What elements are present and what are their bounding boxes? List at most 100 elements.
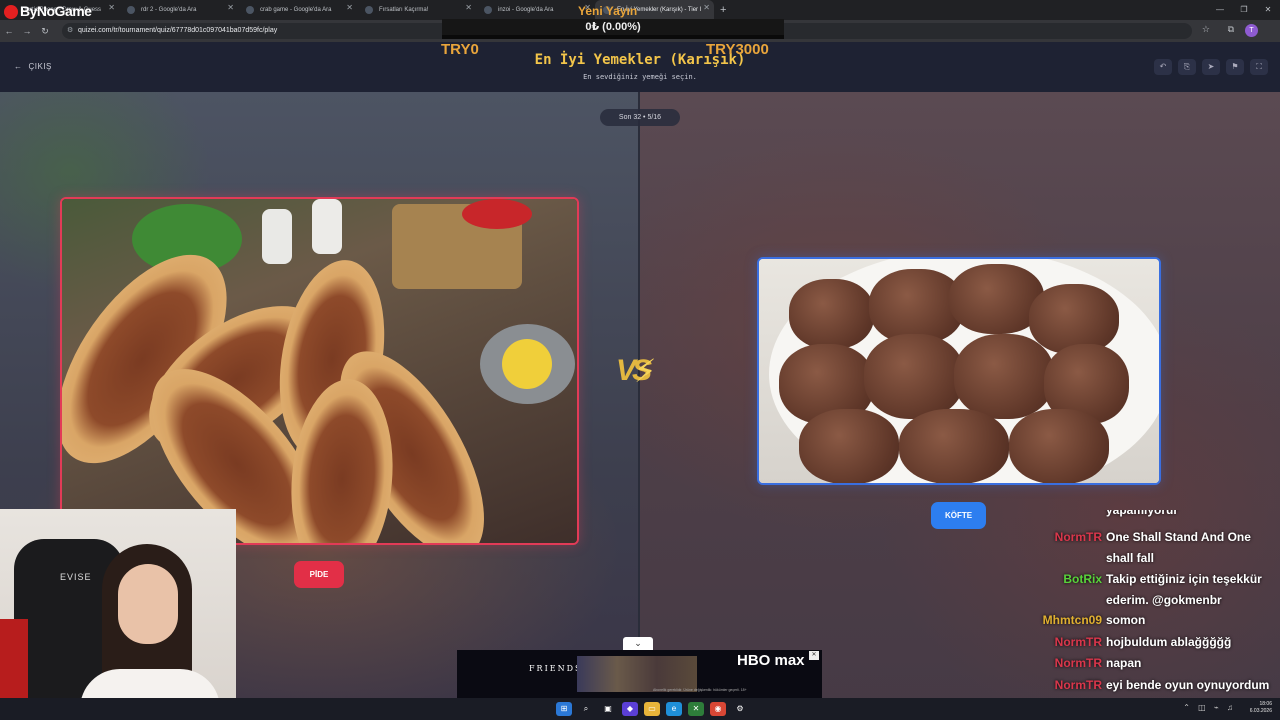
chat-user: NormTR xyxy=(1054,635,1102,649)
chat-message: Takip ettiğiniz için teşekkür ederim. @g… xyxy=(1106,572,1262,607)
lightning-icon: ⚡ xyxy=(634,353,657,389)
chat-line: NormTR hojbuldum ablağğğğğ xyxy=(1030,632,1280,653)
reload-icon[interactable]: ↻ xyxy=(36,26,54,37)
center-divider xyxy=(638,92,640,720)
chat-line: NormTR napan xyxy=(1030,653,1280,674)
tab-label: Fırsatları Kaçırma! xyxy=(379,7,429,13)
window-controls: — ❐ ✕ xyxy=(1208,0,1280,20)
header-actions: ↶ ⎘ ➤ ⚑ ⛶ xyxy=(1154,59,1268,75)
close-icon[interactable]: ✕ xyxy=(703,3,710,12)
new-tab-icon[interactable]: + xyxy=(720,4,726,16)
kofte-select-button[interactable]: KÖFTE xyxy=(931,502,986,529)
chat-user: Mhmtcn09 xyxy=(1042,613,1102,627)
close-icon[interactable]: ✕ xyxy=(108,3,115,12)
stream-logo: ByNoGame xyxy=(4,3,92,20)
tab-favicon-icon xyxy=(365,6,373,14)
chat-message: One Shall Stand And One shall fall xyxy=(1106,530,1251,565)
chat-user: NormTR xyxy=(1054,530,1102,544)
close-icon[interactable]: ✕ xyxy=(465,3,472,12)
ad-close-icon[interactable]: ✕ xyxy=(809,651,819,660)
clock-time: 18:06 xyxy=(1259,701,1272,707)
maximize-icon[interactable]: ❐ xyxy=(1232,0,1256,20)
chat-message: napan xyxy=(1106,656,1142,670)
donation-progress-text: 0₺ (0.00%) xyxy=(442,19,784,35)
ad-image xyxy=(577,656,697,692)
window-close-icon[interactable]: ✕ xyxy=(1256,0,1280,20)
minimize-icon[interactable]: — xyxy=(1208,0,1232,20)
stream-chat: yapamıyorur NormTR One Shall Stand And On… xyxy=(1030,510,1280,720)
chrome-icon[interactable]: ◉ xyxy=(710,702,726,716)
forward-arrow-icon[interactable]: → xyxy=(18,26,36,36)
extensions-icon[interactable]: ⧉ xyxy=(1228,24,1234,35)
pide-select-button[interactable]: PİDE xyxy=(294,561,344,588)
flag-icon[interactable]: ⚑ xyxy=(1226,59,1244,75)
browser-tab[interactable]: crab game - Google'da Ara ✕ xyxy=(238,0,357,20)
tab-favicon-icon xyxy=(127,6,135,14)
tab-favicon-icon xyxy=(246,6,254,14)
file-explorer-icon[interactable]: ▭ xyxy=(644,702,660,716)
taskbar-clock[interactable]: 18:06 6.03.2026 xyxy=(1250,701,1272,715)
chat-message: yapamıyorur xyxy=(1106,510,1179,517)
ad-brand: HBO max xyxy=(737,652,805,669)
taskbar-apps: ⊞ ⌕ ▣ ◆ ▭ e ✕ ◉ ⚙ xyxy=(556,702,748,716)
close-icon[interactable]: ✕ xyxy=(346,3,353,12)
page-subtitle: En sevdiğiniz yemeği seçin. xyxy=(583,73,697,81)
profile-avatar[interactable]: T xyxy=(1245,24,1258,37)
browser-tab[interactable]: rdr 2 - Google'da Ara ✕ xyxy=(119,0,238,20)
fullscreen-icon[interactable]: ⛶ xyxy=(1250,59,1268,75)
clock-date: 6.03.2026 xyxy=(1249,708,1272,714)
donation-progress-bar xyxy=(442,35,784,39)
task-view-icon[interactable]: ▣ xyxy=(600,702,616,716)
tab-label: crab game - Google'da Ara xyxy=(260,7,332,13)
ad-collapse-handle[interactable]: ⌄ xyxy=(623,637,653,650)
chat-line: Mhmtcn09 somon xyxy=(1030,610,1280,631)
chat-line: BotRix Takip ettiğiniz için teşekkür eder… xyxy=(1030,569,1280,611)
tab-favicon-icon xyxy=(484,6,492,14)
logo-mark-icon xyxy=(4,5,18,20)
chat-user: NormTR xyxy=(1054,656,1102,670)
streamer-face xyxy=(118,564,178,644)
chat-user: BotRix xyxy=(1063,572,1102,586)
browser-tab-bar: Gartic Phone - Draw & Guess ✕ rdr 2 - Goo… xyxy=(0,0,1280,20)
ad-show-title: FRIENDS xyxy=(529,664,583,673)
chat-line: NormTR One Shall Stand And One shall fall xyxy=(1030,527,1280,569)
donation-goal-amount: TRY3000 xyxy=(706,41,769,58)
round-badge: Son 32 • 5/16 xyxy=(600,109,680,126)
vs-emblem: VS ⚡ xyxy=(616,353,666,390)
webcam-overlay: EVISE xyxy=(0,509,236,720)
system-tray[interactable]: ⌃ ◫ ⌁ ♫ xyxy=(1183,703,1236,712)
donation-current-amount: TRY0 xyxy=(441,41,479,58)
close-icon[interactable]: ✕ xyxy=(227,3,234,12)
chat-message: hojbuldum ablağğğğğ xyxy=(1106,635,1232,649)
os-taskbar: ⊞ ⌕ ▣ ◆ ▭ e ✕ ◉ ⚙ ⌃ ◫ ⌁ ♫ 18:06 6.03.202… xyxy=(0,698,1280,720)
steam-icon[interactable]: ⚙ xyxy=(732,702,748,716)
search-icon[interactable]: ⌕ xyxy=(578,702,594,716)
ad-fine-print: Abonelik gereklidir. Ürüne değişkenlik: … xyxy=(653,688,747,692)
stream-title: Yeni Yayın xyxy=(578,4,638,18)
copy-icon[interactable]: ⎘ xyxy=(1178,59,1196,75)
pide-image-card[interactable] xyxy=(60,197,579,545)
screen: Gartic Phone - Draw & Guess ✕ rdr 2 - Goo… xyxy=(0,0,1280,720)
chat-line: yapamıyorur xyxy=(1030,510,1280,521)
bookmark-star-icon[interactable]: ☆ xyxy=(1202,24,1210,35)
site-info-icon[interactable]: ⚙ xyxy=(67,23,73,39)
browser-tab[interactable]: Fırsatları Kaçırma! ✕ xyxy=(357,0,476,20)
xbox-icon[interactable]: ✕ xyxy=(688,702,704,716)
logo-text: ByNoGame xyxy=(20,3,92,19)
undo-icon[interactable]: ↶ xyxy=(1154,59,1172,75)
tab-label: inzoi - Google'da Ara xyxy=(498,7,554,13)
chair-logo: EVISE xyxy=(60,572,92,582)
start-icon[interactable]: ⊞ xyxy=(556,702,572,716)
chat-message: somon xyxy=(1106,613,1146,627)
url-text: quizei.com/tr/tournament/quiz/67778d01c0… xyxy=(78,27,278,34)
chat-user: NormTR xyxy=(1054,678,1102,692)
page-title: En İyi Yemekler (Karışık) xyxy=(534,52,746,68)
site-header: ← ÇIKIŞ En İyi Yemekler (Karışık) En sev… xyxy=(0,42,1280,92)
edge-icon[interactable]: e xyxy=(666,702,682,716)
back-arrow-icon[interactable]: ← xyxy=(0,26,18,36)
kofte-image-card[interactable] xyxy=(757,257,1161,485)
tab-label: rdr 2 - Google'da Ara xyxy=(141,7,197,13)
share-icon[interactable]: ➤ xyxy=(1202,59,1220,75)
copilot-icon[interactable]: ◆ xyxy=(622,702,638,716)
banner-ad[interactable]: FRIENDS HBO max Abonelik gereklidir. Ürü… xyxy=(457,650,822,698)
